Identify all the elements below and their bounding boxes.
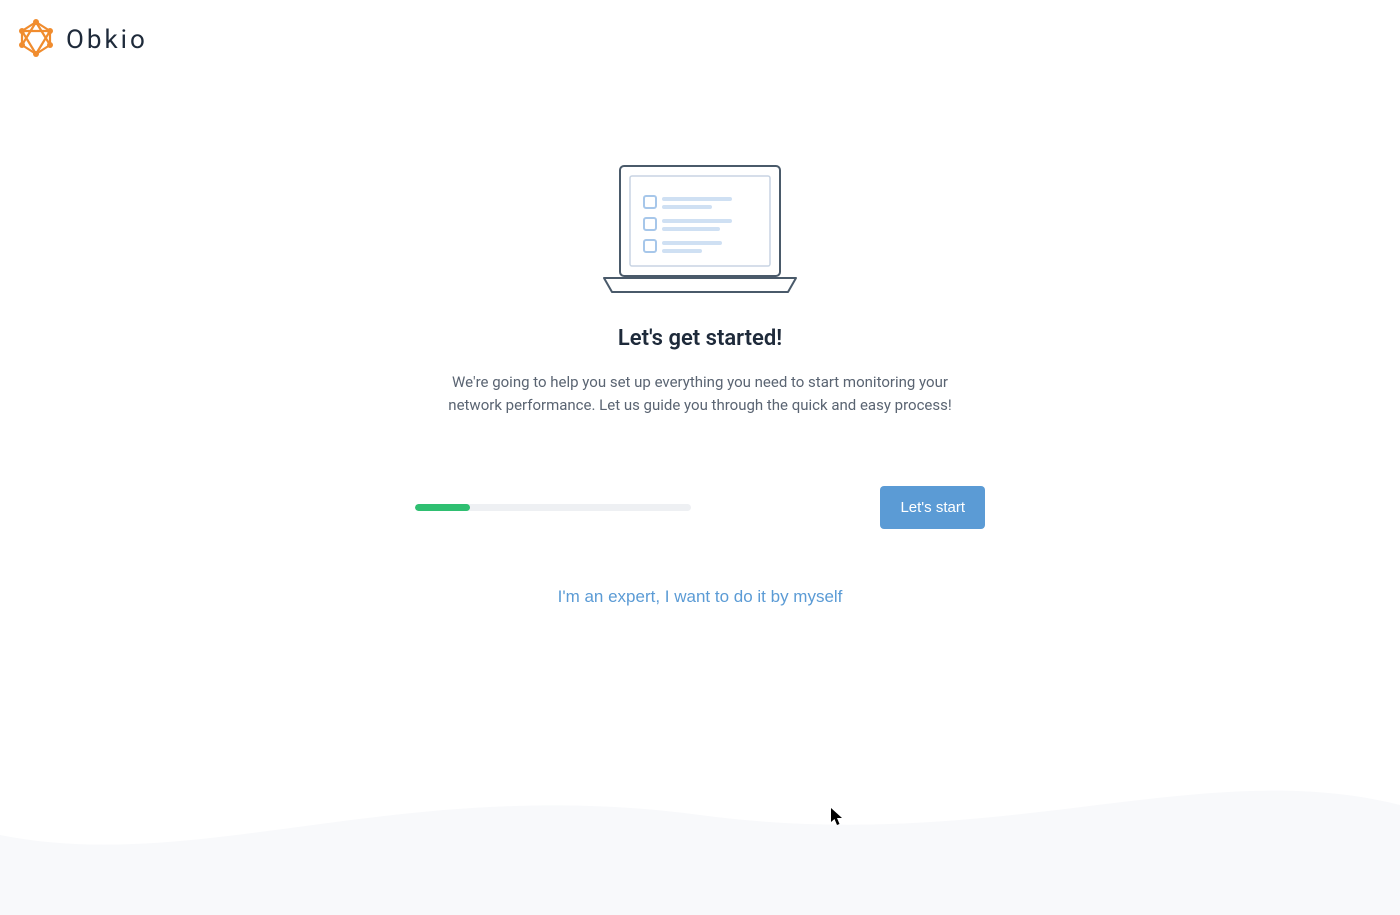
lets-start-button[interactable]: Let's start [880,486,985,529]
background-wave [0,715,1400,915]
onboarding-title: Let's get started! [618,326,782,351]
brand-name: Obkio [66,25,148,55]
progress-fill [415,504,470,511]
onboarding-description: We're going to help you set up everythin… [430,371,970,416]
laptop-checklist-illustration [590,160,810,304]
onboarding-panel: Let's get started! We're going to help y… [0,160,1400,607]
brand-logo-icon [16,18,56,62]
mouse-cursor-icon [830,807,844,827]
progress-bar [415,504,691,511]
action-row: Let's start [415,486,985,529]
app-header: Obkio [0,0,1400,80]
expert-skip-link[interactable]: I'm an expert, I want to do it by myself [558,587,843,607]
